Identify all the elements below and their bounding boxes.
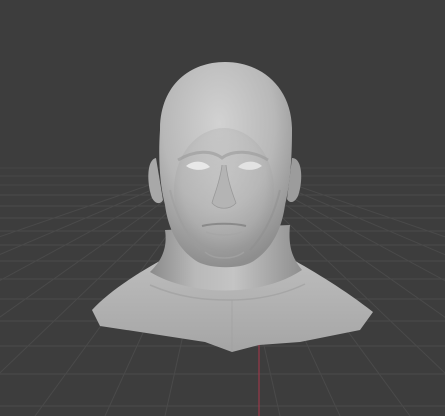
3d-viewport[interactable] [0,0,445,416]
viewport-canvas[interactable] [0,0,445,416]
